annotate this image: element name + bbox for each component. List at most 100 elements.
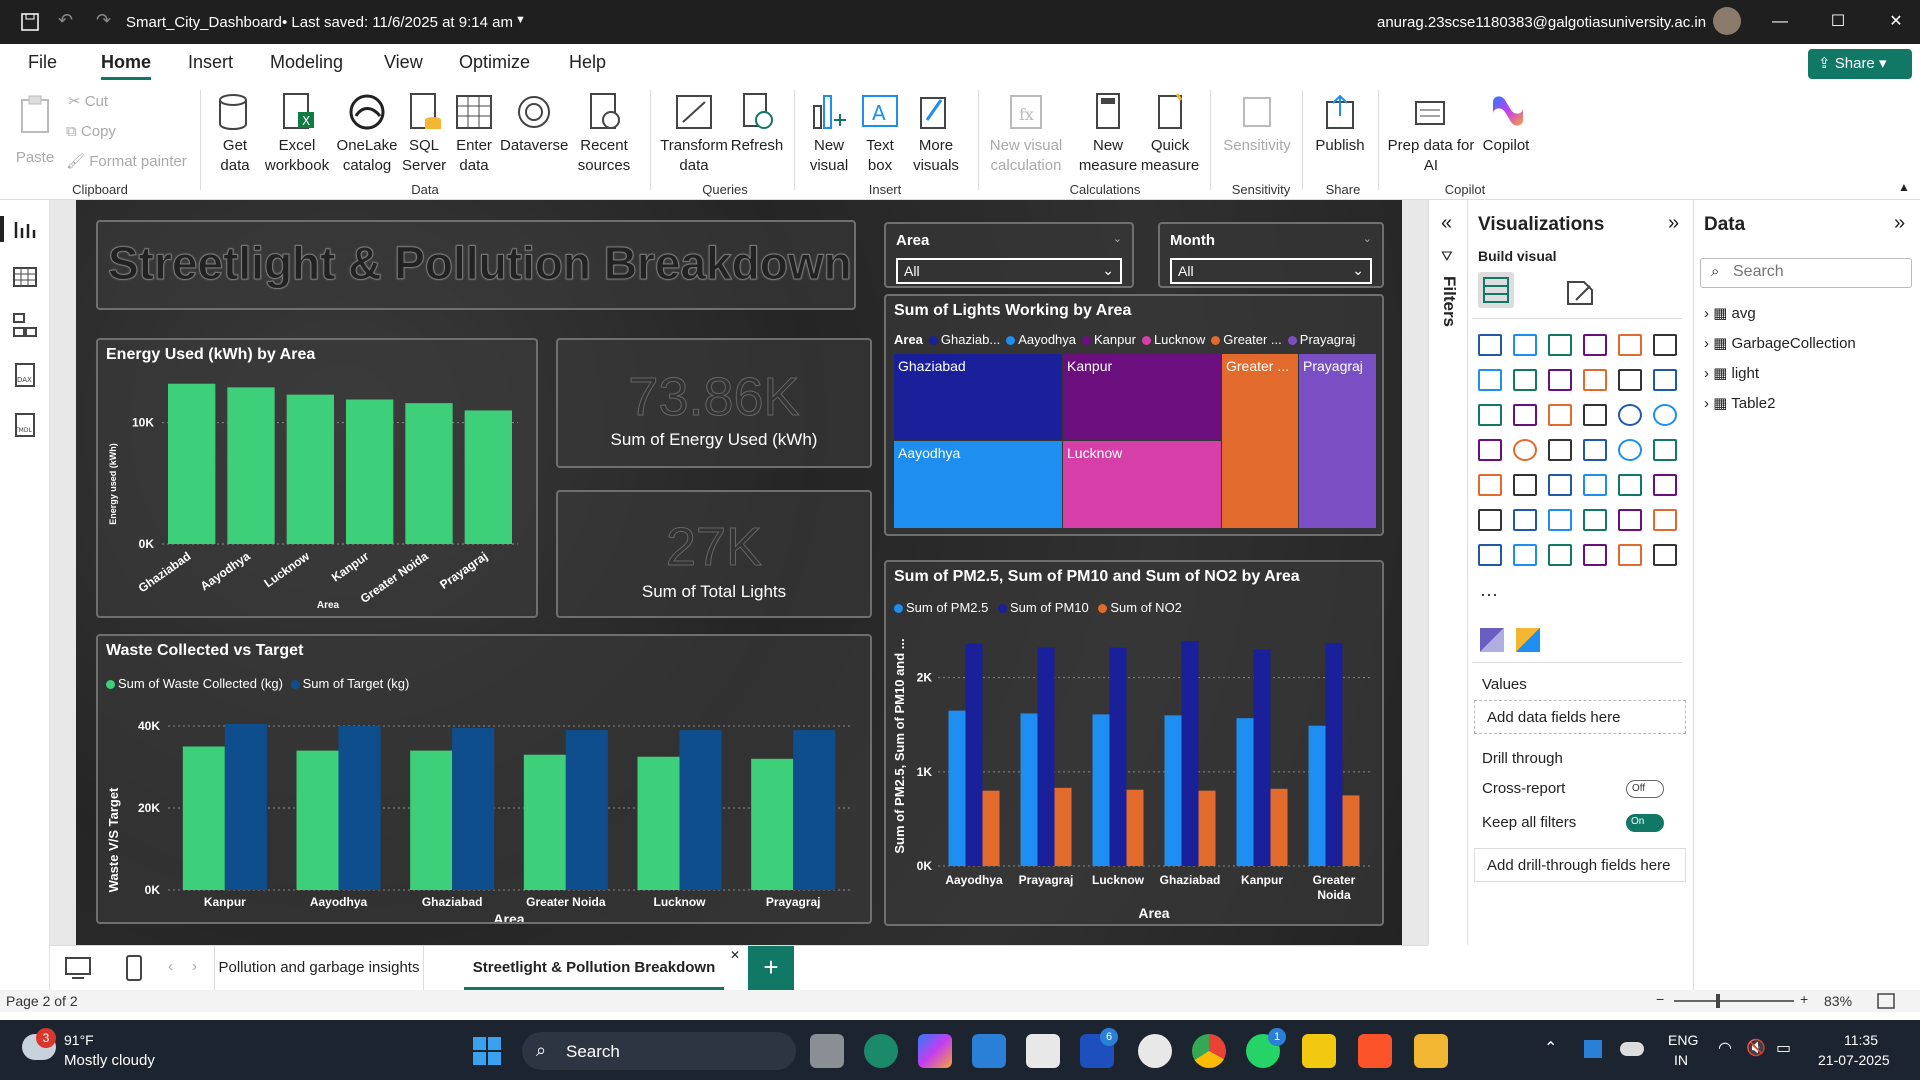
vscode-icon[interactable] [972, 1034, 1006, 1068]
mobile-layout-icon[interactable] [124, 954, 144, 982]
treemap-tile[interactable]: Aayodhya [894, 441, 1062, 528]
copy-button[interactable]: ⧉ Copy [66, 122, 116, 142]
onelake-button[interactable]: OneLake catalog [334, 92, 400, 176]
zoom-thumb[interactable] [1716, 994, 1720, 1008]
next-page-icon[interactable]: › [192, 958, 197, 975]
kpi-icon[interactable] [1513, 474, 1537, 496]
key-influencers-icon[interactable] [1513, 509, 1537, 531]
onedrive-icon[interactable] [1620, 1042, 1644, 1056]
menu-help[interactable]: Help [569, 52, 606, 73]
pie-icon[interactable] [1618, 404, 1642, 426]
model-view-icon[interactable] [12, 312, 38, 338]
format-painter-button[interactable]: 🖌 Format painter [66, 152, 187, 172]
quick-measure-button[interactable]: Quick measure [1140, 92, 1200, 176]
close-icon[interactable]: ✕ [1876, 8, 1916, 36]
multi-row-card-icon[interactable] [1478, 474, 1502, 496]
data-search-input[interactable] [1733, 263, 1903, 281]
volume-mute-icon[interactable]: 🔇 [1746, 1038, 1766, 1058]
lang-secondary[interactable]: IN [1674, 1052, 1688, 1068]
cross-report-toggle[interactable]: Off [1626, 780, 1664, 798]
card-new-icon[interactable] [1513, 544, 1537, 566]
text-box-button[interactable]: A Text box [858, 92, 902, 176]
clustered-column-icon[interactable] [1583, 334, 1607, 356]
get-data-button[interactable]: Get data [210, 92, 260, 176]
azure-map-icon[interactable] [1583, 439, 1607, 461]
area-dropdown[interactable]: All ⌄ [896, 258, 1122, 284]
energy-chart-card[interactable]: Energy Used (kWh) by Area 0K 10K Ghaziabad… [96, 338, 538, 618]
wifi-icon[interactable]: ◠ [1718, 1038, 1732, 1058]
button-slicer-icon[interactable] [1583, 544, 1607, 566]
map-icon[interactable] [1513, 439, 1537, 461]
area-slicer[interactable]: Area ⌄ All ⌄ [884, 222, 1134, 288]
filters-pane[interactable]: « ⛛ Filters [1428, 200, 1468, 945]
file-explorer-icon[interactable] [1414, 1034, 1448, 1068]
close-tab-icon[interactable]: ✕ [730, 948, 740, 962]
chevron-down-icon[interactable]: ⌄ [1113, 232, 1122, 245]
table-item[interactable]: › ▦ Table2 [1704, 394, 1775, 412]
chevron-up-icon[interactable]: ⌃ [1544, 1038, 1557, 1058]
custom-visual-icon[interactable] [1480, 628, 1504, 652]
start-icon[interactable] [472, 1036, 502, 1066]
chevron-right-icon[interactable]: › [1704, 335, 1713, 352]
waterfall-icon[interactable] [1513, 404, 1537, 426]
data-search-box[interactable]: ⌕ [1700, 258, 1912, 288]
chevron-right-icon[interactable]: › [1704, 305, 1713, 322]
table-icon[interactable] [1583, 474, 1607, 496]
lights-kpi-card[interactable]: 27K Sum of Total Lights [556, 490, 872, 618]
custom-visual-icon[interactable] [1516, 628, 1540, 652]
chrome-icon[interactable] [1192, 1034, 1226, 1068]
cut-button[interactable]: ✂ Cut [68, 92, 108, 112]
avatar[interactable] [1713, 7, 1741, 35]
lights-treemap-card[interactable]: Sum of Lights Working by Area Area Ghazia… [884, 294, 1384, 536]
zoom-out-icon[interactable]: − [1656, 991, 1664, 1007]
add-page-button[interactable]: + [748, 946, 794, 990]
clustered-bar-icon[interactable] [1548, 334, 1572, 356]
stacked-column-icon[interactable] [1513, 334, 1537, 356]
collapse-viz-icon[interactable]: » [1668, 212, 1679, 235]
matrix-icon[interactable] [1618, 474, 1642, 496]
copilot-button[interactable]: Copilot [1476, 92, 1536, 156]
save-icon[interactable] [20, 12, 40, 32]
prep-data-button[interactable]: Prep data for AI [1386, 92, 1476, 176]
more-visuals-button[interactable]: More visuals [906, 92, 966, 176]
desktop-layout-icon[interactable] [64, 956, 92, 980]
month-dropdown[interactable]: All ⌄ [1170, 258, 1372, 284]
funnel-icon[interactable] [1548, 404, 1572, 426]
clock-date[interactable]: 21-07-2025 [1818, 1052, 1890, 1068]
share-button[interactable]: ⇪ Share ▾ [1808, 49, 1912, 79]
energy-kpi-card[interactable]: 73.86K Sum of Energy Used (kWh) [556, 338, 872, 468]
menu-modeling[interactable]: Modeling [270, 52, 343, 73]
sensitivity-button[interactable]: Sensitivity [1220, 92, 1294, 156]
100-bar-icon[interactable] [1618, 334, 1642, 356]
paste-button[interactable]: Paste [12, 94, 58, 168]
table-view-icon[interactable] [12, 264, 38, 290]
zoom-in-icon[interactable]: + [1800, 991, 1808, 1007]
trophy-icon[interactable] [1653, 509, 1677, 531]
table-item[interactable]: › ▦ light [1704, 364, 1759, 382]
table-item[interactable]: › ▦ GarbageCollection [1704, 334, 1856, 352]
minimize-icon[interactable]: — [1760, 8, 1800, 36]
menu-home[interactable]: Home [101, 52, 152, 80]
python-icon[interactable] [1478, 509, 1502, 531]
decomposition-tree-icon[interactable] [1548, 509, 1572, 531]
dataverse-button[interactable]: Dataverse [500, 92, 568, 156]
defender-icon[interactable] [1584, 1040, 1602, 1058]
qa-icon[interactable] [1583, 509, 1607, 531]
excel-button[interactable]: X Excel workbook [262, 92, 332, 176]
keep-filters-toggle[interactable]: On [1626, 814, 1664, 832]
chatgpt-icon[interactable] [1138, 1034, 1172, 1068]
redo-icon[interactable]: ↷ [96, 10, 111, 31]
line-icon[interactable] [1478, 369, 1502, 391]
100-area-icon[interactable] [1583, 369, 1607, 391]
new-measure-button[interactable]: New measure [1078, 92, 1138, 176]
drill-through-well[interactable]: Add drill-through fields here [1474, 848, 1686, 882]
ribbon-icon[interactable] [1478, 404, 1502, 426]
expand-filters-icon[interactable]: « [1441, 212, 1452, 235]
power-automate-icon[interactable] [1653, 544, 1677, 566]
slicer-icon[interactable] [1548, 474, 1572, 496]
menu-optimize[interactable]: Optimize [459, 52, 530, 73]
paginated-icon[interactable] [1478, 544, 1502, 566]
waste-chart-card[interactable]: Waste Collected vs Target Sum of Waste C… [96, 634, 872, 924]
collapse-ribbon-icon[interactable]: ▲ [1898, 180, 1910, 194]
month-slicer[interactable]: Month ⌄ All ⌄ [1158, 222, 1384, 288]
